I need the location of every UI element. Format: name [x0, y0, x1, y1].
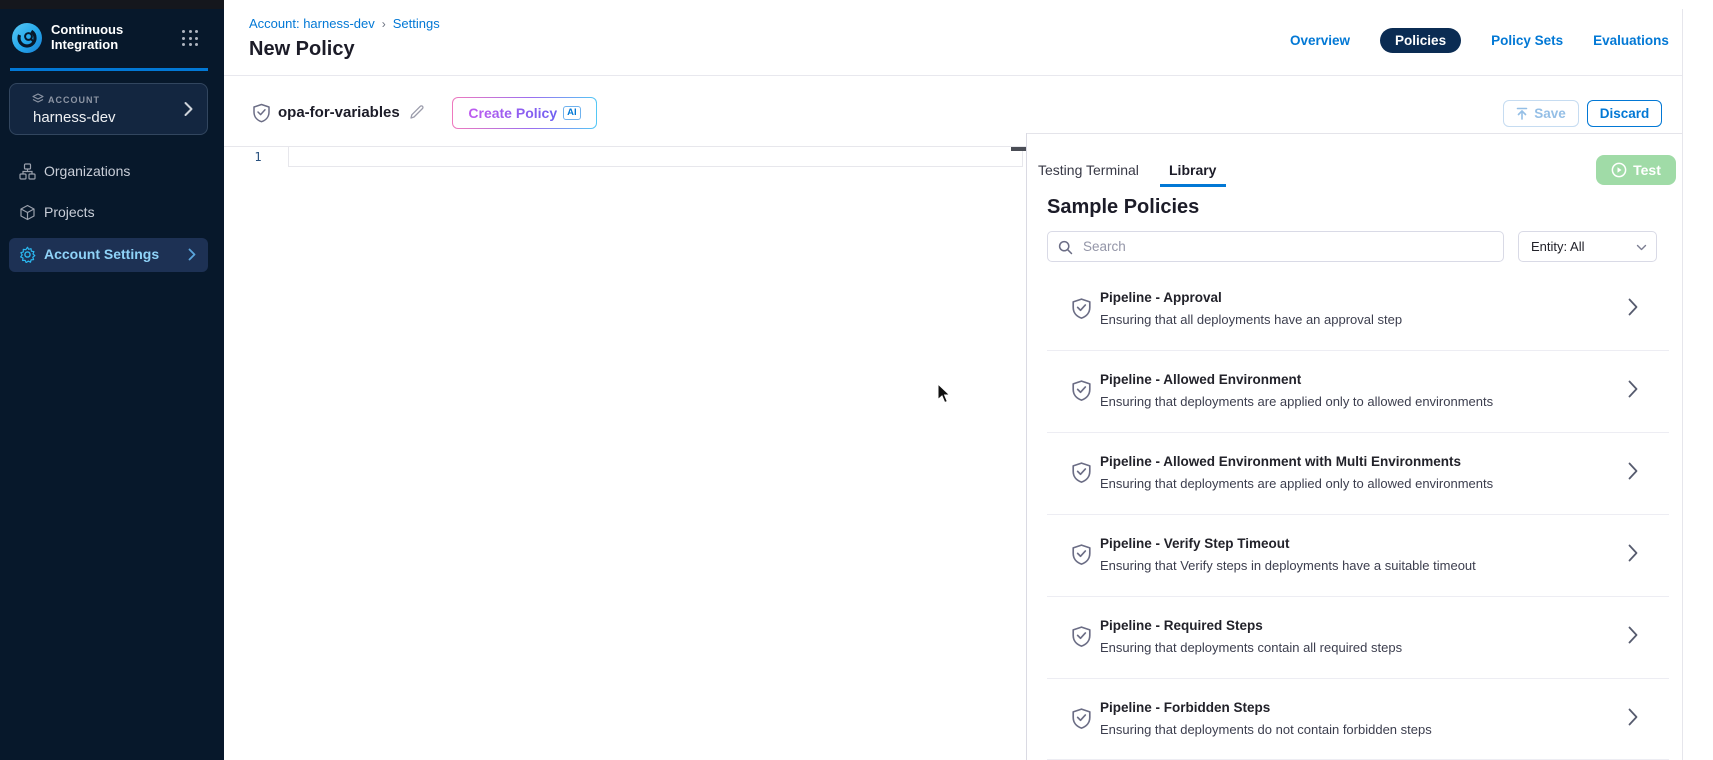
- tab-policy-sets[interactable]: Policy Sets: [1491, 33, 1563, 48]
- create-policy-button[interactable]: Create Policy AI: [452, 97, 597, 129]
- breadcrumb-separator: ›: [382, 17, 386, 31]
- chevron-right-icon: [1628, 544, 1638, 562]
- sidebar-item-account-settings[interactable]: Account Settings: [9, 238, 208, 272]
- chevron-right-icon: [1628, 708, 1638, 726]
- save-button[interactable]: Save: [1503, 100, 1579, 127]
- sample-policy-row[interactable]: Pipeline - Approval Ensuring that all de…: [1027, 290, 1682, 372]
- policy-shield-icon: [1071, 297, 1092, 320]
- tab-evaluations[interactable]: Evaluations: [1593, 33, 1669, 48]
- layers-icon: [32, 93, 44, 105]
- policy-shield-icon: [1071, 379, 1092, 402]
- product-title: Continuous Integration: [51, 22, 151, 52]
- sample-policies-heading: Sample Policies: [1047, 196, 1199, 219]
- list-divider: [1047, 678, 1669, 679]
- breadcrumb-account-link[interactable]: Account: harness-dev: [249, 16, 375, 31]
- upload-icon: [1516, 107, 1528, 120]
- sample-policy-row[interactable]: Pipeline - Required Steps Ensuring that …: [1027, 618, 1682, 700]
- sample-policy-row[interactable]: Pipeline - Allowed Environment with Mult…: [1027, 454, 1682, 536]
- sample-policy-title: Pipeline - Allowed Environment with Mult…: [1100, 454, 1461, 469]
- breadcrumb: Account: harness-dev › Settings: [249, 16, 440, 31]
- sample-policy-title: Pipeline - Verify Step Timeout: [1100, 536, 1290, 551]
- content-right-border: [1682, 9, 1683, 760]
- sample-policy-row[interactable]: Pipeline - Verify Step Timeout Ensuring …: [1027, 536, 1682, 618]
- tab-overview[interactable]: Overview: [1290, 33, 1350, 48]
- test-label: Test: [1633, 162, 1661, 178]
- account-scope-label: ACCOUNT: [48, 95, 100, 105]
- window-top-strip: [0, 0, 224, 9]
- list-divider: [1047, 596, 1669, 597]
- chevron-right-icon: [184, 101, 193, 117]
- sample-policy-description: Ensuring that deployments are applied on…: [1100, 394, 1493, 409]
- save-label: Save: [1534, 106, 1566, 121]
- test-button[interactable]: Test: [1596, 155, 1676, 185]
- active-tab-underline: [1160, 184, 1226, 187]
- sample-policy-title: Pipeline - Forbidden Steps: [1100, 700, 1270, 715]
- sample-policy-description: Ensuring that Verify steps in deployment…: [1100, 558, 1476, 573]
- policy-shield-icon: [1071, 707, 1092, 730]
- sample-policy-description: Ensuring that all deployments have an ap…: [1100, 312, 1402, 327]
- list-divider: [1047, 350, 1669, 351]
- chevron-right-icon: [1628, 626, 1638, 644]
- account-scope-card[interactable]: ACCOUNT harness-dev: [9, 83, 208, 135]
- entity-filter-dropdown[interactable]: Entity: All: [1518, 231, 1657, 262]
- panel-top-border: [1026, 133, 1682, 134]
- sidebar-item-organizations[interactable]: Organizations: [0, 155, 224, 189]
- chevron-right-icon: [1628, 380, 1638, 398]
- harness-ci-logo-glyph: [16, 27, 38, 49]
- sidebar-item-label: Account Settings: [44, 246, 159, 262]
- editor-line-number: 1: [248, 150, 268, 164]
- policy-shield-icon: [252, 103, 271, 123]
- sidebar-item-label: Projects: [44, 204, 95, 220]
- sample-policy-title: Pipeline - Required Steps: [1100, 618, 1263, 633]
- search-box: [1047, 231, 1504, 262]
- header-divider: [224, 75, 1682, 76]
- discard-button[interactable]: Discard: [1587, 100, 1662, 127]
- policy-nav-tabs: Overview Policies Policy Sets Evaluation…: [1290, 27, 1669, 53]
- sidebar-item-projects[interactable]: Projects: [0, 196, 224, 230]
- breadcrumb-settings-link[interactable]: Settings: [393, 16, 440, 31]
- module-accent-bar: [10, 68, 208, 71]
- list-divider: [1047, 432, 1669, 433]
- module-grid-icon[interactable]: [182, 30, 199, 47]
- search-input[interactable]: [1081, 233, 1491, 260]
- projects-icon: [19, 204, 36, 221]
- policy-shield-icon: [1071, 543, 1092, 566]
- chevron-down-icon: [1636, 242, 1647, 253]
- sidebar: Continuous Integration ACCOUNT harness-d…: [0, 9, 224, 760]
- minimap-marker: [1011, 147, 1026, 151]
- sample-policy-title: Pipeline - Allowed Environment: [1100, 372, 1301, 387]
- ai-badge: AI: [563, 106, 581, 120]
- editor-current-line[interactable]: [288, 146, 1023, 167]
- tab-testing-terminal[interactable]: Testing Terminal: [1038, 162, 1139, 178]
- entity-filter-value: Entity: All: [1531, 239, 1584, 254]
- sample-policy-description: Ensuring that deployments are applied on…: [1100, 476, 1493, 491]
- tab-library[interactable]: Library: [1169, 162, 1216, 178]
- policy-shield-icon: [1071, 625, 1092, 648]
- chevron-right-icon: [1628, 298, 1638, 316]
- page-title: New Policy: [249, 38, 355, 61]
- search-icon: [1058, 240, 1073, 255]
- chevron-right-icon: [188, 248, 196, 261]
- edit-pencil-icon[interactable]: [408, 103, 426, 121]
- app-window: Continuous Integration ACCOUNT harness-d…: [0, 0, 1713, 760]
- tab-policies[interactable]: Policies: [1380, 28, 1461, 53]
- discard-label: Discard: [1600, 106, 1650, 121]
- organizations-icon: [19, 163, 36, 180]
- gear-icon: [19, 246, 36, 263]
- sidebar-item-label: Organizations: [44, 163, 130, 179]
- list-divider: [1047, 514, 1669, 515]
- sample-policy-description: Ensuring that deployments do not contain…: [1100, 722, 1432, 737]
- sample-policy-row[interactable]: Pipeline - Allowed Environment Ensuring …: [1027, 372, 1682, 454]
- create-policy-label: Create Policy: [468, 105, 557, 121]
- chevron-right-icon: [1628, 462, 1638, 480]
- account-name: harness-dev: [33, 109, 116, 126]
- sample-policy-title: Pipeline - Approval: [1100, 290, 1222, 305]
- policy-name: opa-for-variables: [278, 104, 400, 121]
- play-circle-icon: [1611, 162, 1627, 178]
- sample-policy-row[interactable]: Pipeline - Forbidden Steps Ensuring that…: [1027, 700, 1682, 760]
- policy-shield-icon: [1071, 461, 1092, 484]
- harness-logo[interactable]: [12, 23, 42, 53]
- sample-policy-description: Ensuring that deployments contain all re…: [1100, 640, 1402, 655]
- mouse-cursor: [937, 383, 951, 404]
